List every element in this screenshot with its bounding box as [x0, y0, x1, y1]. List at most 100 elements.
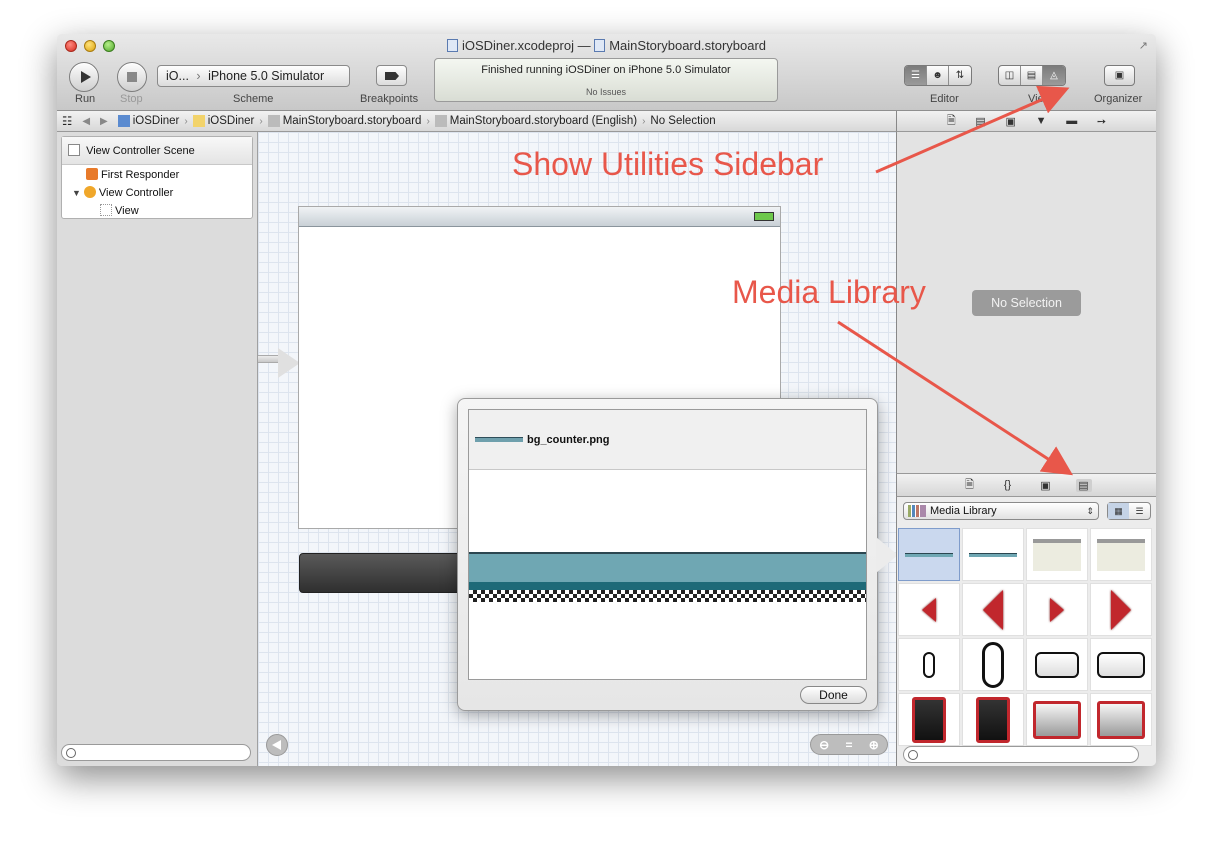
zoom-out-icon[interactable]: ⊖: [819, 738, 829, 752]
media-item[interactable]: [1090, 528, 1152, 581]
media-thumbnail: [1097, 538, 1145, 571]
organizer-button[interactable]: ▣: [1104, 65, 1135, 86]
media-item[interactable]: [898, 693, 960, 746]
done-button[interactable]: Done: [800, 686, 867, 704]
initial-scene-arrowhead: [278, 348, 300, 378]
outline-item-view[interactable]: View: [62, 201, 252, 219]
media-item[interactable]: [898, 638, 960, 691]
document-outline: View Controller Scene First Responder ▼ V…: [57, 132, 258, 766]
library-books-icon: [908, 505, 926, 517]
media-library-icon[interactable]: ▤: [1075, 478, 1092, 492]
scheme-selector[interactable]: iO... › iPhone 5.0 Simulator: [157, 65, 350, 87]
storyboard-file-icon: [594, 39, 606, 52]
view-controller-icon: [83, 186, 96, 198]
navigator-toggle-icon[interactable]: ◫: [999, 66, 1021, 85]
list-view-icon[interactable]: ☰: [1129, 503, 1150, 519]
breadcrumb-storyboard-english[interactable]: MainStoryboard.storyboard (English): [430, 115, 642, 127]
media-thumbnail: [905, 552, 953, 557]
annotation-media-library: Media Library: [732, 274, 926, 310]
media-item[interactable]: [1026, 528, 1088, 581]
stop-button[interactable]: [117, 62, 147, 92]
code-snippet-library-icon[interactable]: {}: [1000, 479, 1016, 491]
media-preview-popover: bg_counter.png Done: [457, 398, 878, 711]
size-inspector-icon[interactable]: ▬: [1066, 115, 1077, 127]
library-popup-label: Media Library: [930, 505, 997, 517]
library-filter-field[interactable]: [903, 746, 1139, 763]
title-separator: —: [577, 38, 591, 53]
media-thumbnail: [969, 552, 1017, 557]
fullscreen-icon[interactable]: ↗: [1139, 39, 1148, 52]
canvas-back-button[interactable]: [266, 734, 288, 756]
project-name: iOSDiner.xcodeproj: [461, 38, 574, 53]
storyboard-icon: [434, 115, 447, 127]
outline-item-label: First Responder: [101, 169, 180, 181]
breakpoints-button[interactable]: [376, 65, 407, 86]
library-view-toggle: ▦ ☰: [1107, 502, 1151, 520]
identity-inspector-icon[interactable]: ▣: [1006, 115, 1016, 128]
library-selector-bar: 🗎 {} ▣ ▤: [896, 473, 1156, 497]
outline-item-first-responder[interactable]: First Responder: [62, 165, 252, 183]
breadcrumb-selection[interactable]: No Selection: [645, 115, 720, 127]
breadcrumb-label: iOSDiner: [132, 115, 180, 127]
scheme-target: iO...: [166, 69, 189, 83]
related-items-icon[interactable]: ☷: [57, 114, 77, 128]
media-item[interactable]: [1026, 638, 1088, 691]
breadcrumb-folder[interactable]: iOSDiner: [188, 115, 260, 127]
view-toggle-control: ◫ ▤ ◬: [998, 65, 1066, 86]
breadcrumb-label: MainStoryboard.storyboard (English): [449, 115, 638, 127]
standard-editor-icon[interactable]: ☰: [905, 66, 927, 85]
breadcrumb-label: MainStoryboard.storyboard: [282, 115, 422, 127]
inspector-pane: No Selection: [896, 132, 1156, 473]
breakpoints-label: Breakpoints: [360, 93, 419, 105]
media-item[interactable]: [962, 583, 1024, 636]
library-popup[interactable]: Media Library ⇕: [903, 502, 1099, 520]
media-item[interactable]: [962, 528, 1024, 581]
arrow-right-icon: [1111, 589, 1131, 630]
media-item[interactable]: [1090, 583, 1152, 636]
media-thumbnail: [1033, 700, 1081, 739]
debug-area-toggle-icon[interactable]: ▤: [1021, 66, 1043, 85]
object-library-icon[interactable]: ▣: [1038, 479, 1054, 492]
media-item[interactable]: [962, 638, 1024, 691]
forward-icon[interactable]: ▶: [95, 116, 113, 127]
file-template-library-icon[interactable]: 🗎: [962, 476, 978, 495]
media-item[interactable]: [1090, 638, 1152, 691]
library-pane: Media Library ⇕ ▦ ☰: [896, 497, 1156, 766]
assistant-editor-icon[interactable]: ☻: [927, 66, 949, 85]
grid-view-icon[interactable]: ▦: [1108, 503, 1129, 519]
media-item[interactable]: [898, 528, 960, 581]
outline-filter-field[interactable]: [61, 744, 251, 761]
attributes-inspector-icon[interactable]: ▼: [1036, 115, 1047, 127]
version-editor-icon[interactable]: ⇅: [949, 66, 971, 85]
chevron-right-icon: ›: [196, 69, 201, 83]
back-icon[interactable]: ◀: [77, 116, 95, 127]
arrow-left-icon: [922, 597, 936, 622]
media-item[interactable]: [898, 583, 960, 636]
file-inspector-icon[interactable]: 🗎: [947, 112, 956, 131]
outline-item-view-controller[interactable]: ▼ View Controller: [62, 183, 252, 201]
connections-inspector-icon[interactable]: ➙: [1097, 115, 1106, 128]
media-thumbnail: [1097, 651, 1145, 678]
zoom-fit-icon[interactable]: =: [845, 738, 852, 752]
media-thumbnail: [912, 696, 946, 743]
view-label: View: [1028, 93, 1052, 105]
window-title: iOSDiner.xcodeproj — MainStoryboard.stor…: [57, 38, 1156, 53]
quick-help-icon[interactable]: ▤: [975, 115, 985, 128]
media-item[interactable]: [962, 693, 1024, 746]
breadcrumb-storyboard[interactable]: MainStoryboard.storyboard: [263, 115, 427, 127]
outline-item-label: View Controller: [98, 187, 174, 199]
media-item[interactable]: [1026, 583, 1088, 636]
organizer-label: Organizer: [1094, 93, 1143, 105]
media-file-name: bg_counter.png: [527, 434, 610, 446]
media-item[interactable]: [1026, 693, 1088, 746]
media-thumbnail: [1033, 538, 1081, 571]
media-item[interactable]: [1090, 693, 1152, 746]
zoom-in-icon[interactable]: ⊕: [869, 738, 879, 752]
utilities-toggle-icon[interactable]: ◬: [1043, 66, 1065, 85]
status-bar: [299, 207, 780, 227]
breadcrumb-project[interactable]: iOSDiner: [113, 115, 185, 127]
image-preview-transparency: [469, 590, 866, 602]
run-button[interactable]: [69, 62, 99, 92]
scene-header[interactable]: View Controller Scene: [62, 137, 252, 165]
disclosure-triangle-icon[interactable]: ▼: [72, 188, 81, 198]
